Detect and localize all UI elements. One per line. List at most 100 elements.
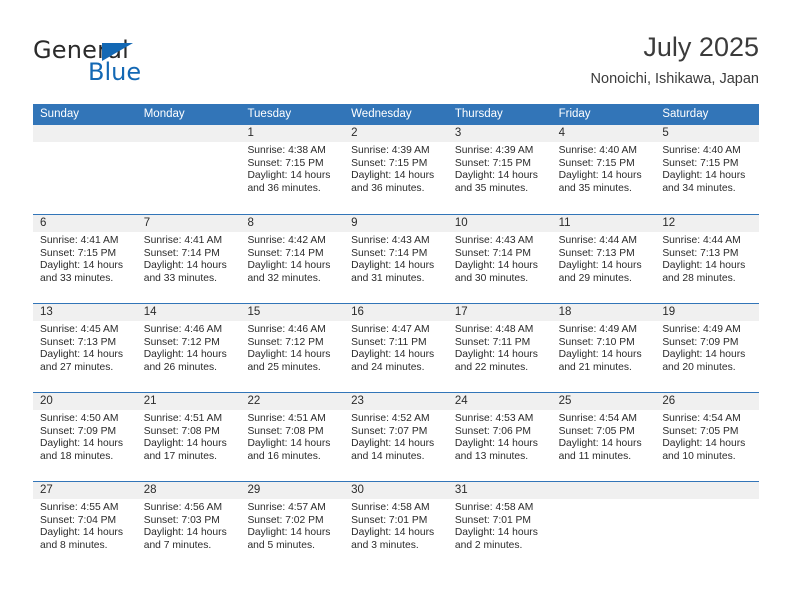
sunrise-text: Sunrise: 4:39 AM (454, 145, 534, 156)
day-cell[interactable]: 3 Sunrise: 4:39 AM Sunset: 7:15 PM Daylight… (447, 125, 552, 214)
daylight-text: Daylight: 14 hours and 5 minutes. (247, 527, 331, 551)
day-cell[interactable]: 6 Sunrise: 4:41 AM Sunset: 7:15 PM Daylight… (33, 215, 137, 303)
day-details: Sunrise: 4:57 AM Sunset: 7:02 PM Daylight:… (240, 499, 344, 552)
sunset-text: Sunset: 7:14 PM (143, 247, 220, 259)
day-cell[interactable]: 17 Sunrise: 4:48 AM Sunset: 7:11 PM Dayligh… (447, 304, 552, 392)
day-number: 19 (655, 304, 760, 321)
sunrise-text: Sunrise: 4:43 AM (454, 235, 534, 246)
day-cell[interactable]: 11 Sunrise: 4:44 AM Sunset: 7:13 PM Dayligh… (551, 215, 656, 303)
weeks-container: 1 Sunrise: 4:38 AM Sunset: 7:15 PM Daylight… (33, 125, 760, 570)
day-cell-empty (136, 125, 241, 214)
page-header: General Blue July 2025 Nonoichi, Ishikaw… (33, 30, 759, 98)
sunrise-text: Sunrise: 4:44 AM (558, 235, 638, 246)
day-number: 24 (447, 393, 552, 410)
daylight-text: Daylight: 14 hours and 33 minutes. (40, 260, 123, 284)
day-cell[interactable]: 21 Sunrise: 4:51 AM Sunset: 7:08 PM Dayligh… (136, 393, 241, 481)
sunset-text: Sunset: 7:13 PM (662, 247, 739, 259)
sunrise-text: Sunrise: 4:44 AM (662, 235, 741, 246)
sunrise-text: Sunrise: 4:40 AM (662, 145, 741, 156)
sunrise-text: Sunrise: 4:41 AM (143, 235, 223, 246)
day-number: 31 (447, 482, 552, 499)
day-details: Sunrise: 4:58 AM Sunset: 7:01 PM Daylight:… (344, 499, 448, 552)
sunset-text: Sunset: 7:14 PM (454, 247, 532, 259)
daylight-text: Daylight: 14 hours and 33 minutes. (143, 260, 227, 284)
sunset-text: Sunset: 7:14 PM (247, 247, 324, 259)
day-cell[interactable]: 26 Sunrise: 4:54 AM Sunset: 7:05 PM Dayligh… (655, 393, 760, 481)
daylight-text: Daylight: 14 hours and 22 minutes. (454, 349, 538, 373)
sunrise-text: Sunrise: 4:39 AM (351, 145, 430, 156)
day-details: Sunrise: 4:55 AM Sunset: 7:04 PM Daylight:… (33, 499, 137, 552)
day-cell[interactable]: 29 Sunrise: 4:57 AM Sunset: 7:02 PM Dayligh… (240, 482, 345, 570)
weekday-header-saturday: Saturday (662, 108, 709, 120)
day-cell[interactable]: 25 Sunrise: 4:54 AM Sunset: 7:05 PM Dayligh… (551, 393, 656, 481)
sunset-text: Sunset: 7:15 PM (454, 157, 532, 169)
day-cell[interactable]: 5 Sunrise: 4:40 AM Sunset: 7:15 PM Daylight… (655, 125, 760, 214)
day-number: 26 (655, 393, 760, 410)
week-row: 1 Sunrise: 4:38 AM Sunset: 7:15 PM Daylight… (33, 125, 760, 214)
day-cell[interactable]: 2 Sunrise: 4:39 AM Sunset: 7:15 PM Daylight… (344, 125, 448, 214)
day-cell[interactable]: 13 Sunrise: 4:45 AM Sunset: 7:13 PM Dayligh… (33, 304, 137, 392)
sunrise-text: Sunrise: 4:54 AM (662, 413, 741, 424)
day-cell[interactable]: 7 Sunrise: 4:41 AM Sunset: 7:14 PM Daylight… (136, 215, 241, 303)
day-number (33, 125, 137, 142)
day-cell[interactable]: 16 Sunrise: 4:47 AM Sunset: 7:11 PM Dayligh… (344, 304, 448, 392)
day-details: Sunrise: 4:51 AM Sunset: 7:08 PM Daylight:… (137, 410, 241, 463)
daylight-text: Daylight: 14 hours and 35 minutes. (454, 170, 538, 194)
logo-text-blue: Blue (88, 58, 142, 86)
day-details: Sunrise: 4:42 AM Sunset: 7:14 PM Daylight:… (240, 232, 344, 285)
day-cell[interactable]: 23 Sunrise: 4:52 AM Sunset: 7:07 PM Dayligh… (344, 393, 448, 481)
daylight-text: Daylight: 14 hours and 17 minutes. (143, 438, 227, 462)
day-cell[interactable]: 14 Sunrise: 4:46 AM Sunset: 7:12 PM Dayligh… (136, 304, 241, 392)
day-cell[interactable]: 1 Sunrise: 4:38 AM Sunset: 7:15 PM Daylight… (240, 125, 345, 214)
calendar-grid: Sunday Monday Tuesday Wednesday Thursday… (33, 104, 760, 570)
sunrise-text: Sunrise: 4:51 AM (247, 413, 326, 424)
day-cell[interactable]: 8 Sunrise: 4:42 AM Sunset: 7:14 PM Daylight… (240, 215, 345, 303)
day-number (136, 125, 241, 142)
sunset-text: Sunset: 7:05 PM (662, 425, 739, 437)
day-cell[interactable]: 24 Sunrise: 4:53 AM Sunset: 7:06 PM Dayligh… (447, 393, 552, 481)
day-cell[interactable]: 19 Sunrise: 4:49 AM Sunset: 7:09 PM Dayligh… (655, 304, 760, 392)
sunset-text: Sunset: 7:11 PM (454, 336, 531, 348)
weekday-header-tuesday: Tuesday (247, 108, 292, 120)
day-details: Sunrise: 4:54 AM Sunset: 7:05 PM Daylight:… (655, 410, 759, 463)
sunrise-text: Sunrise: 4:46 AM (247, 324, 326, 335)
day-cell[interactable]: 30 Sunrise: 4:58 AM Sunset: 7:01 PM Dayligh… (344, 482, 448, 570)
sunset-text: Sunset: 7:12 PM (143, 336, 220, 348)
sunrise-text: Sunrise: 4:41 AM (40, 235, 119, 246)
daylight-text: Daylight: 14 hours and 18 minutes. (40, 438, 123, 462)
day-cell[interactable]: 22 Sunrise: 4:51 AM Sunset: 7:08 PM Dayligh… (240, 393, 345, 481)
daylight-text: Daylight: 14 hours and 34 minutes. (662, 170, 746, 194)
sunset-text: Sunset: 7:01 PM (351, 514, 428, 526)
day-details: Sunrise: 4:52 AM Sunset: 7:07 PM Daylight:… (344, 410, 448, 463)
location-subtitle: Nonoichi, Ishikawa, Japan (590, 71, 759, 87)
sunrise-text: Sunrise: 4:58 AM (454, 502, 534, 513)
day-cell[interactable]: 28 Sunrise: 4:56 AM Sunset: 7:03 PM Dayligh… (136, 482, 241, 570)
day-number: 8 (240, 215, 345, 232)
day-cell[interactable]: 12 Sunrise: 4:44 AM Sunset: 7:13 PM Dayligh… (655, 215, 760, 303)
day-cell[interactable]: 31 Sunrise: 4:58 AM Sunset: 7:01 PM Dayligh… (447, 482, 552, 570)
day-number: 5 (655, 125, 760, 142)
daylight-text: Daylight: 14 hours and 25 minutes. (247, 349, 331, 373)
day-cell[interactable]: 9 Sunrise: 4:43 AM Sunset: 7:14 PM Daylight… (344, 215, 448, 303)
day-cell[interactable]: 10 Sunrise: 4:43 AM Sunset: 7:14 PM Dayligh… (447, 215, 552, 303)
day-cell[interactable]: 18 Sunrise: 4:49 AM Sunset: 7:10 PM Dayligh… (551, 304, 656, 392)
day-cell[interactable]: 27 Sunrise: 4:55 AM Sunset: 7:04 PM Dayligh… (33, 482, 137, 570)
day-details: Sunrise: 4:56 AM Sunset: 7:03 PM Daylight:… (137, 499, 241, 552)
sunset-text: Sunset: 7:13 PM (40, 336, 117, 348)
day-details: Sunrise: 4:43 AM Sunset: 7:14 PM Daylight:… (448, 232, 552, 285)
day-details: Sunrise: 4:47 AM Sunset: 7:11 PM Daylight:… (344, 321, 448, 374)
sunrise-text: Sunrise: 4:51 AM (143, 413, 223, 424)
sunset-text: Sunset: 7:03 PM (143, 514, 220, 526)
day-details: Sunrise: 4:44 AM Sunset: 7:13 PM Daylight:… (552, 232, 656, 285)
day-number: 13 (33, 304, 137, 321)
week-row: 27 Sunrise: 4:55 AM Sunset: 7:04 PM Dayligh… (33, 481, 760, 570)
daylight-text: Daylight: 14 hours and 28 minutes. (662, 260, 746, 284)
sunset-text: Sunset: 7:05 PM (558, 425, 635, 437)
day-number: 30 (344, 482, 448, 499)
day-number (655, 482, 760, 499)
general-blue-logo[interactable]: General Blue (33, 36, 233, 92)
day-cell[interactable]: 4 Sunrise: 4:40 AM Sunset: 7:15 PM Daylight… (551, 125, 656, 214)
day-cell[interactable]: 20 Sunrise: 4:50 AM Sunset: 7:09 PM Dayligh… (33, 393, 137, 481)
day-cell[interactable]: 15 Sunrise: 4:46 AM Sunset: 7:12 PM Dayligh… (240, 304, 345, 392)
sunset-text: Sunset: 7:06 PM (454, 425, 532, 437)
